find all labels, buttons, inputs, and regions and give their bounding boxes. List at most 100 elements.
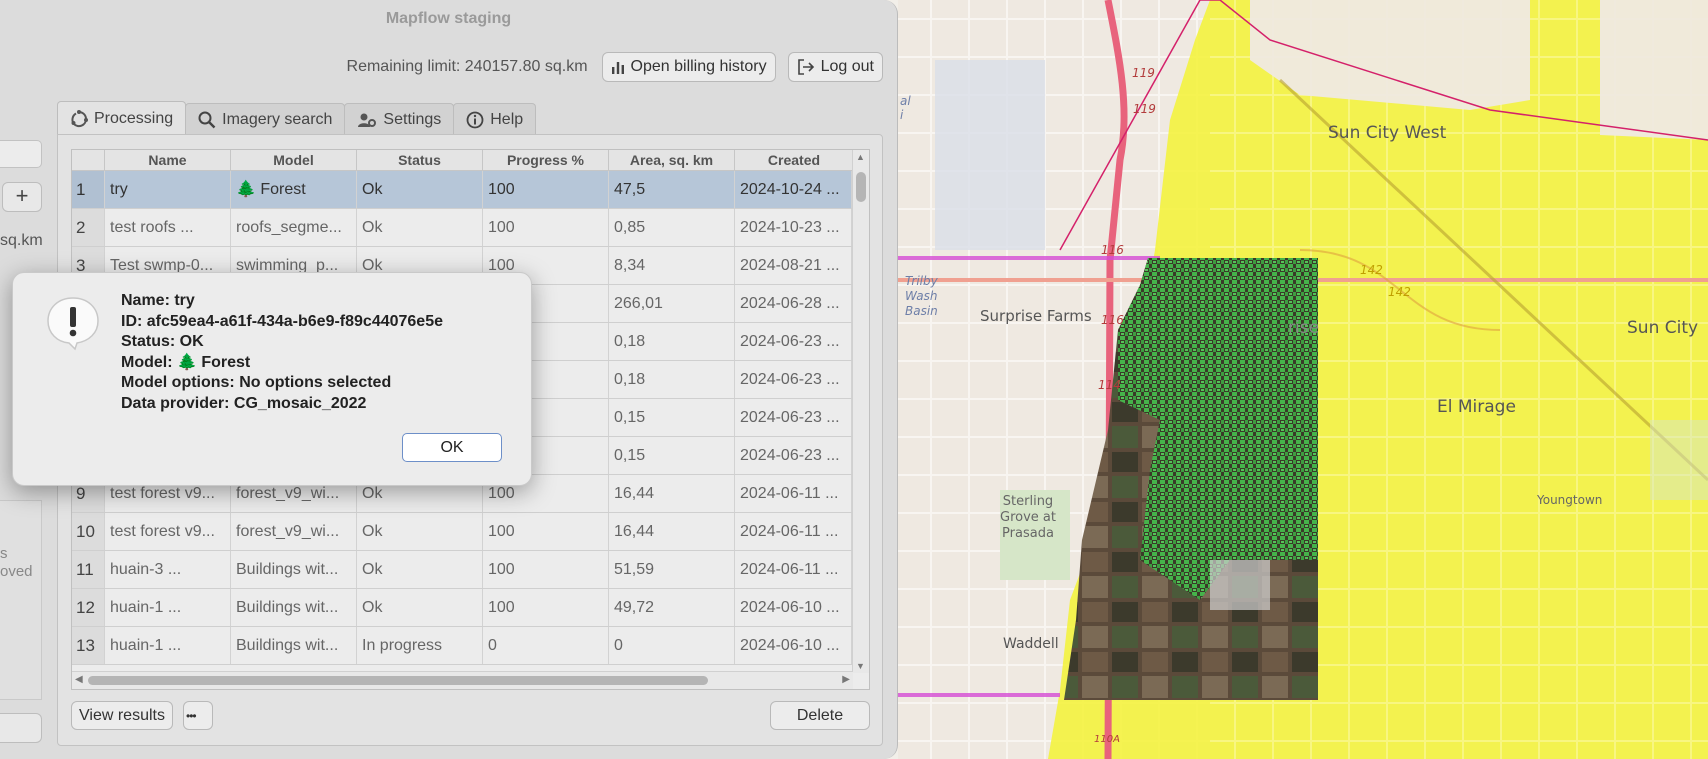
table-row[interactable]: 11 huain-3 ... Buildings wit... Ok 100 51,59 2… [72,551,853,589]
row-number: 11 [72,551,105,588]
dialog-data-provider-line: Data provider: CG_mosaic_2022 [121,394,367,412]
left-moved-label: s oved [0,545,33,580]
left-input-field[interactable] [0,140,42,168]
view-results-button[interactable]: View results [71,701,173,730]
cell-area: 0,85 [609,209,735,246]
tab-imagery-search-label: Imagery search [222,110,333,128]
row-number: 10 [72,513,105,550]
top-toolbar: Remaining limit: 240157.80 sq.km Open bi… [347,52,883,82]
route-142-a: 142 [1360,263,1383,277]
row-number: 1 [72,171,105,208]
left-panel-box [0,500,42,700]
header-name[interactable]: Name [105,150,231,171]
horizontal-scrollbar[interactable]: ◀ ▶ [72,671,853,689]
cell-progress: 100 [483,209,609,246]
horizontal-scroll-thumb[interactable] [88,676,708,685]
cell-name: try [105,171,231,208]
header-area[interactable]: Area, sq. km [609,150,735,171]
dialog-message: Name: try ID: afc59ea4-a61f-434a-b6e9-f8… [121,291,443,414]
tab-processing[interactable]: Processing [57,101,187,135]
tab-bar: Processing Imagery search Settings Help [57,101,537,135]
label-el-mirage: El Mirage [1437,397,1516,417]
park-youngtown [1650,420,1708,500]
cell-name: huain-1 ... [105,627,231,664]
left-bottom-button[interactable] [0,713,42,743]
cell-area: 16,44 [609,475,735,512]
header-model[interactable]: Model [231,150,357,171]
route-119-b: 119 [1133,102,1156,116]
cell-progress: 100 [483,171,609,208]
table-header: Name Model Status Progress % Area, sq. k… [72,150,853,171]
more-options-button[interactable]: ••• [183,701,213,730]
cell-area: 0,18 [609,323,735,360]
dialog-status-line: Status: OK [121,333,204,350]
route-116-a: 116 [1101,243,1124,257]
vertical-scrollbar[interactable]: ▲ ▼ [852,150,869,673]
warning-icon [47,297,99,351]
delete-button[interactable]: Delete [770,701,870,730]
header-progress[interactable]: Progress % [483,150,609,171]
info-icon [466,111,484,128]
cell-name: huain-1 ... [105,589,231,626]
header-status[interactable]: Status [357,150,483,171]
map-field [935,60,1045,250]
table-row[interactable]: 10 test forest v9... forest_v9_wi... Ok 100 1… [72,513,853,551]
cell-created: 2024-06-23 ... [735,323,852,360]
map-residential-2 [1600,0,1708,140]
cell-created: 2024-06-10 ... [735,627,852,664]
ok-button[interactable]: OK [402,433,502,462]
processing-info-dialog: Name: try ID: afc59ea4-a61f-434a-b6e9-f8… [12,272,532,486]
cell-progress: 100 [483,589,609,626]
open-billing-history-button[interactable]: Open billing history [601,52,776,82]
cell-model: Buildings wit... [231,627,357,664]
vertical-scroll-thumb[interactable] [856,172,866,202]
cell-area: 51,59 [609,551,735,588]
label-waddell: Waddell [1003,636,1059,652]
dialog-model-options-line: Model options: No options selected [121,374,392,391]
settings-icon [358,113,377,127]
tab-settings[interactable]: Settings [344,103,455,135]
cell-area: 8,34 [609,247,735,284]
cell-created: 2024-06-23 ... [735,361,852,398]
dialog-name-line: Name: try [121,292,195,309]
logout-icon [797,59,814,75]
scroll-up-arrow-icon[interactable]: ▲ [856,152,865,162]
log-out-button[interactable]: Log out [787,52,883,82]
cell-area: 0,15 [609,399,735,436]
cell-status: In progress [357,627,483,664]
cell-created: 2024-06-11 ... [735,513,852,550]
scroll-down-arrow-icon[interactable]: ▼ [856,661,865,671]
row-number: 2 [72,209,105,246]
add-button[interactable]: + [2,182,42,212]
window-title: Mapflow staging [385,10,512,27]
cell-status: Ok [357,589,483,626]
logout-button-label: Log out [820,58,874,75]
scroll-left-arrow-icon[interactable]: ◀ [75,674,83,685]
tab-imagery-search[interactable]: Imagery search [185,103,346,135]
cell-status: Ok [357,513,483,550]
cell-created: 2024-06-23 ... [735,399,852,436]
scroll-right-arrow-icon[interactable]: ▶ [842,674,850,685]
route-116-b: 116 [1101,313,1124,327]
cell-created: 2024-06-28 ... [735,285,852,322]
table-row[interactable]: 13 huain-1 ... Buildings wit... In progress… [72,627,853,665]
cell-area: 0 [609,627,735,664]
table-row[interactable]: 2 test roofs ... roofs_segme... Ok 100 0,85 20… [72,209,853,247]
cell-created: 2024-06-11 ... [735,551,852,588]
search-icon [198,111,216,128]
cell-name: test forest v9... [105,513,231,550]
route-119-a: 119 [1132,66,1155,80]
label-youngtown: Youngtown [1537,493,1603,507]
table-row[interactable]: 12 huain-1 ... Buildings wit... Ok 100 49,72 2… [72,589,853,627]
label-surprise: rise [1288,318,1320,338]
cell-created: 2024-06-23 ... [735,437,852,474]
cell-status: Ok [357,209,483,246]
dialog-model-line: Model: 🌲 Forest [121,353,251,371]
cell-progress: 100 [483,551,609,588]
cell-created: 2024-10-23 ... [735,209,852,246]
cell-area: 47,5 [609,171,735,208]
label-sun-city-west: Sun City West [1328,123,1447,143]
header-created[interactable]: Created [735,150,853,171]
table-row[interactable]: 1 try 🌲 Forest Ok 100 47,5 2024-10-24 ... [72,171,853,209]
tab-help[interactable]: Help [453,103,537,135]
